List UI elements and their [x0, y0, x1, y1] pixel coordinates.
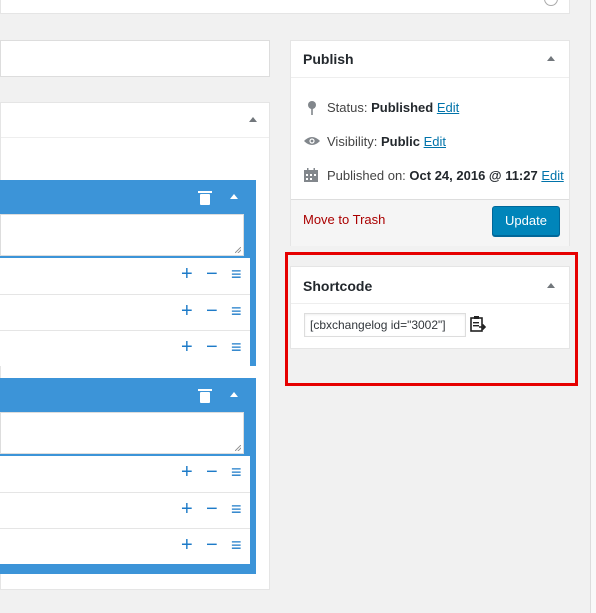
published-on-label: Published on:: [327, 168, 406, 183]
list-item: + − ≡: [0, 258, 250, 294]
status-edit-link[interactable]: Edit: [437, 100, 459, 115]
list-item: + − ≡: [0, 456, 250, 492]
eye-icon: [304, 137, 320, 145]
remove-row-button[interactable]: −: [206, 337, 218, 357]
drag-handle-icon[interactable]: ≡: [231, 463, 242, 481]
add-row-button[interactable]: +: [181, 535, 193, 555]
collapse-arrow-icon[interactable]: [230, 194, 238, 199]
item-textarea[interactable]: [0, 412, 244, 454]
pin-icon: [308, 101, 316, 115]
highlight-frame: [285, 252, 578, 386]
list-item: + − ≡: [0, 528, 250, 564]
status-value: Published: [371, 100, 434, 115]
add-row-button[interactable]: +: [181, 301, 193, 321]
title-input-box[interactable]: [0, 40, 270, 77]
add-row-button[interactable]: +: [181, 264, 193, 284]
published-on-value: Oct 24, 2016 @ 11:27: [409, 168, 538, 183]
publish-header: Publish: [291, 41, 569, 78]
remove-row-button[interactable]: −: [206, 264, 218, 284]
move-to-trash-link[interactable]: Move to Trash: [303, 212, 385, 227]
drag-handle-icon[interactable]: ≡: [231, 265, 242, 283]
right-edge-panel: [590, 0, 596, 613]
circle-icon: [544, 0, 558, 6]
collapse-arrow-icon[interactable]: [249, 117, 257, 122]
visibility-label: Visibility:: [327, 134, 378, 149]
remove-row-button[interactable]: −: [206, 462, 218, 482]
add-row-button[interactable]: +: [181, 462, 193, 482]
drag-handle-icon[interactable]: ≡: [231, 500, 242, 518]
publish-box: Publish Status: Published Edit Visibilit…: [290, 40, 570, 246]
list-item: + − ≡: [0, 294, 250, 330]
drag-handle-icon[interactable]: ≡: [231, 536, 242, 554]
top-box: [0, 0, 570, 14]
changelog-item-1: + − ≡ + − ≡ + − ≡: [0, 180, 256, 366]
changelog-item-2: + − ≡ + − ≡ + − ≡: [0, 378, 256, 574]
trash-icon[interactable]: [198, 389, 212, 403]
add-row-button[interactable]: +: [181, 499, 193, 519]
visibility-value: Public: [380, 134, 420, 149]
collapse-arrow-icon[interactable]: [547, 56, 555, 61]
drag-handle-icon[interactable]: ≡: [231, 338, 242, 356]
published-on-edit-link[interactable]: Edit: [541, 168, 563, 183]
trash-icon[interactable]: [198, 191, 212, 205]
remove-row-button[interactable]: −: [206, 535, 218, 555]
add-row-button[interactable]: +: [181, 337, 193, 357]
resize-grip-icon[interactable]: [235, 247, 241, 253]
drag-handle-icon[interactable]: ≡: [231, 302, 242, 320]
calendar-icon: [304, 168, 318, 182]
visibility-edit-link[interactable]: Edit: [424, 134, 446, 149]
list-item: + − ≡: [0, 492, 250, 528]
remove-row-button[interactable]: −: [206, 499, 218, 519]
item-rows-bg: [0, 256, 250, 257]
item-textarea[interactable]: [0, 214, 244, 256]
update-button[interactable]: Update: [492, 206, 560, 236]
remove-row-button[interactable]: −: [206, 301, 218, 321]
metabox-header: [1, 103, 269, 138]
publish-title: Publish: [303, 51, 354, 67]
status-label: Status:: [327, 100, 368, 115]
resize-grip-icon[interactable]: [235, 445, 241, 451]
collapse-arrow-icon[interactable]: [230, 392, 238, 397]
list-item: + − ≡: [0, 330, 250, 366]
